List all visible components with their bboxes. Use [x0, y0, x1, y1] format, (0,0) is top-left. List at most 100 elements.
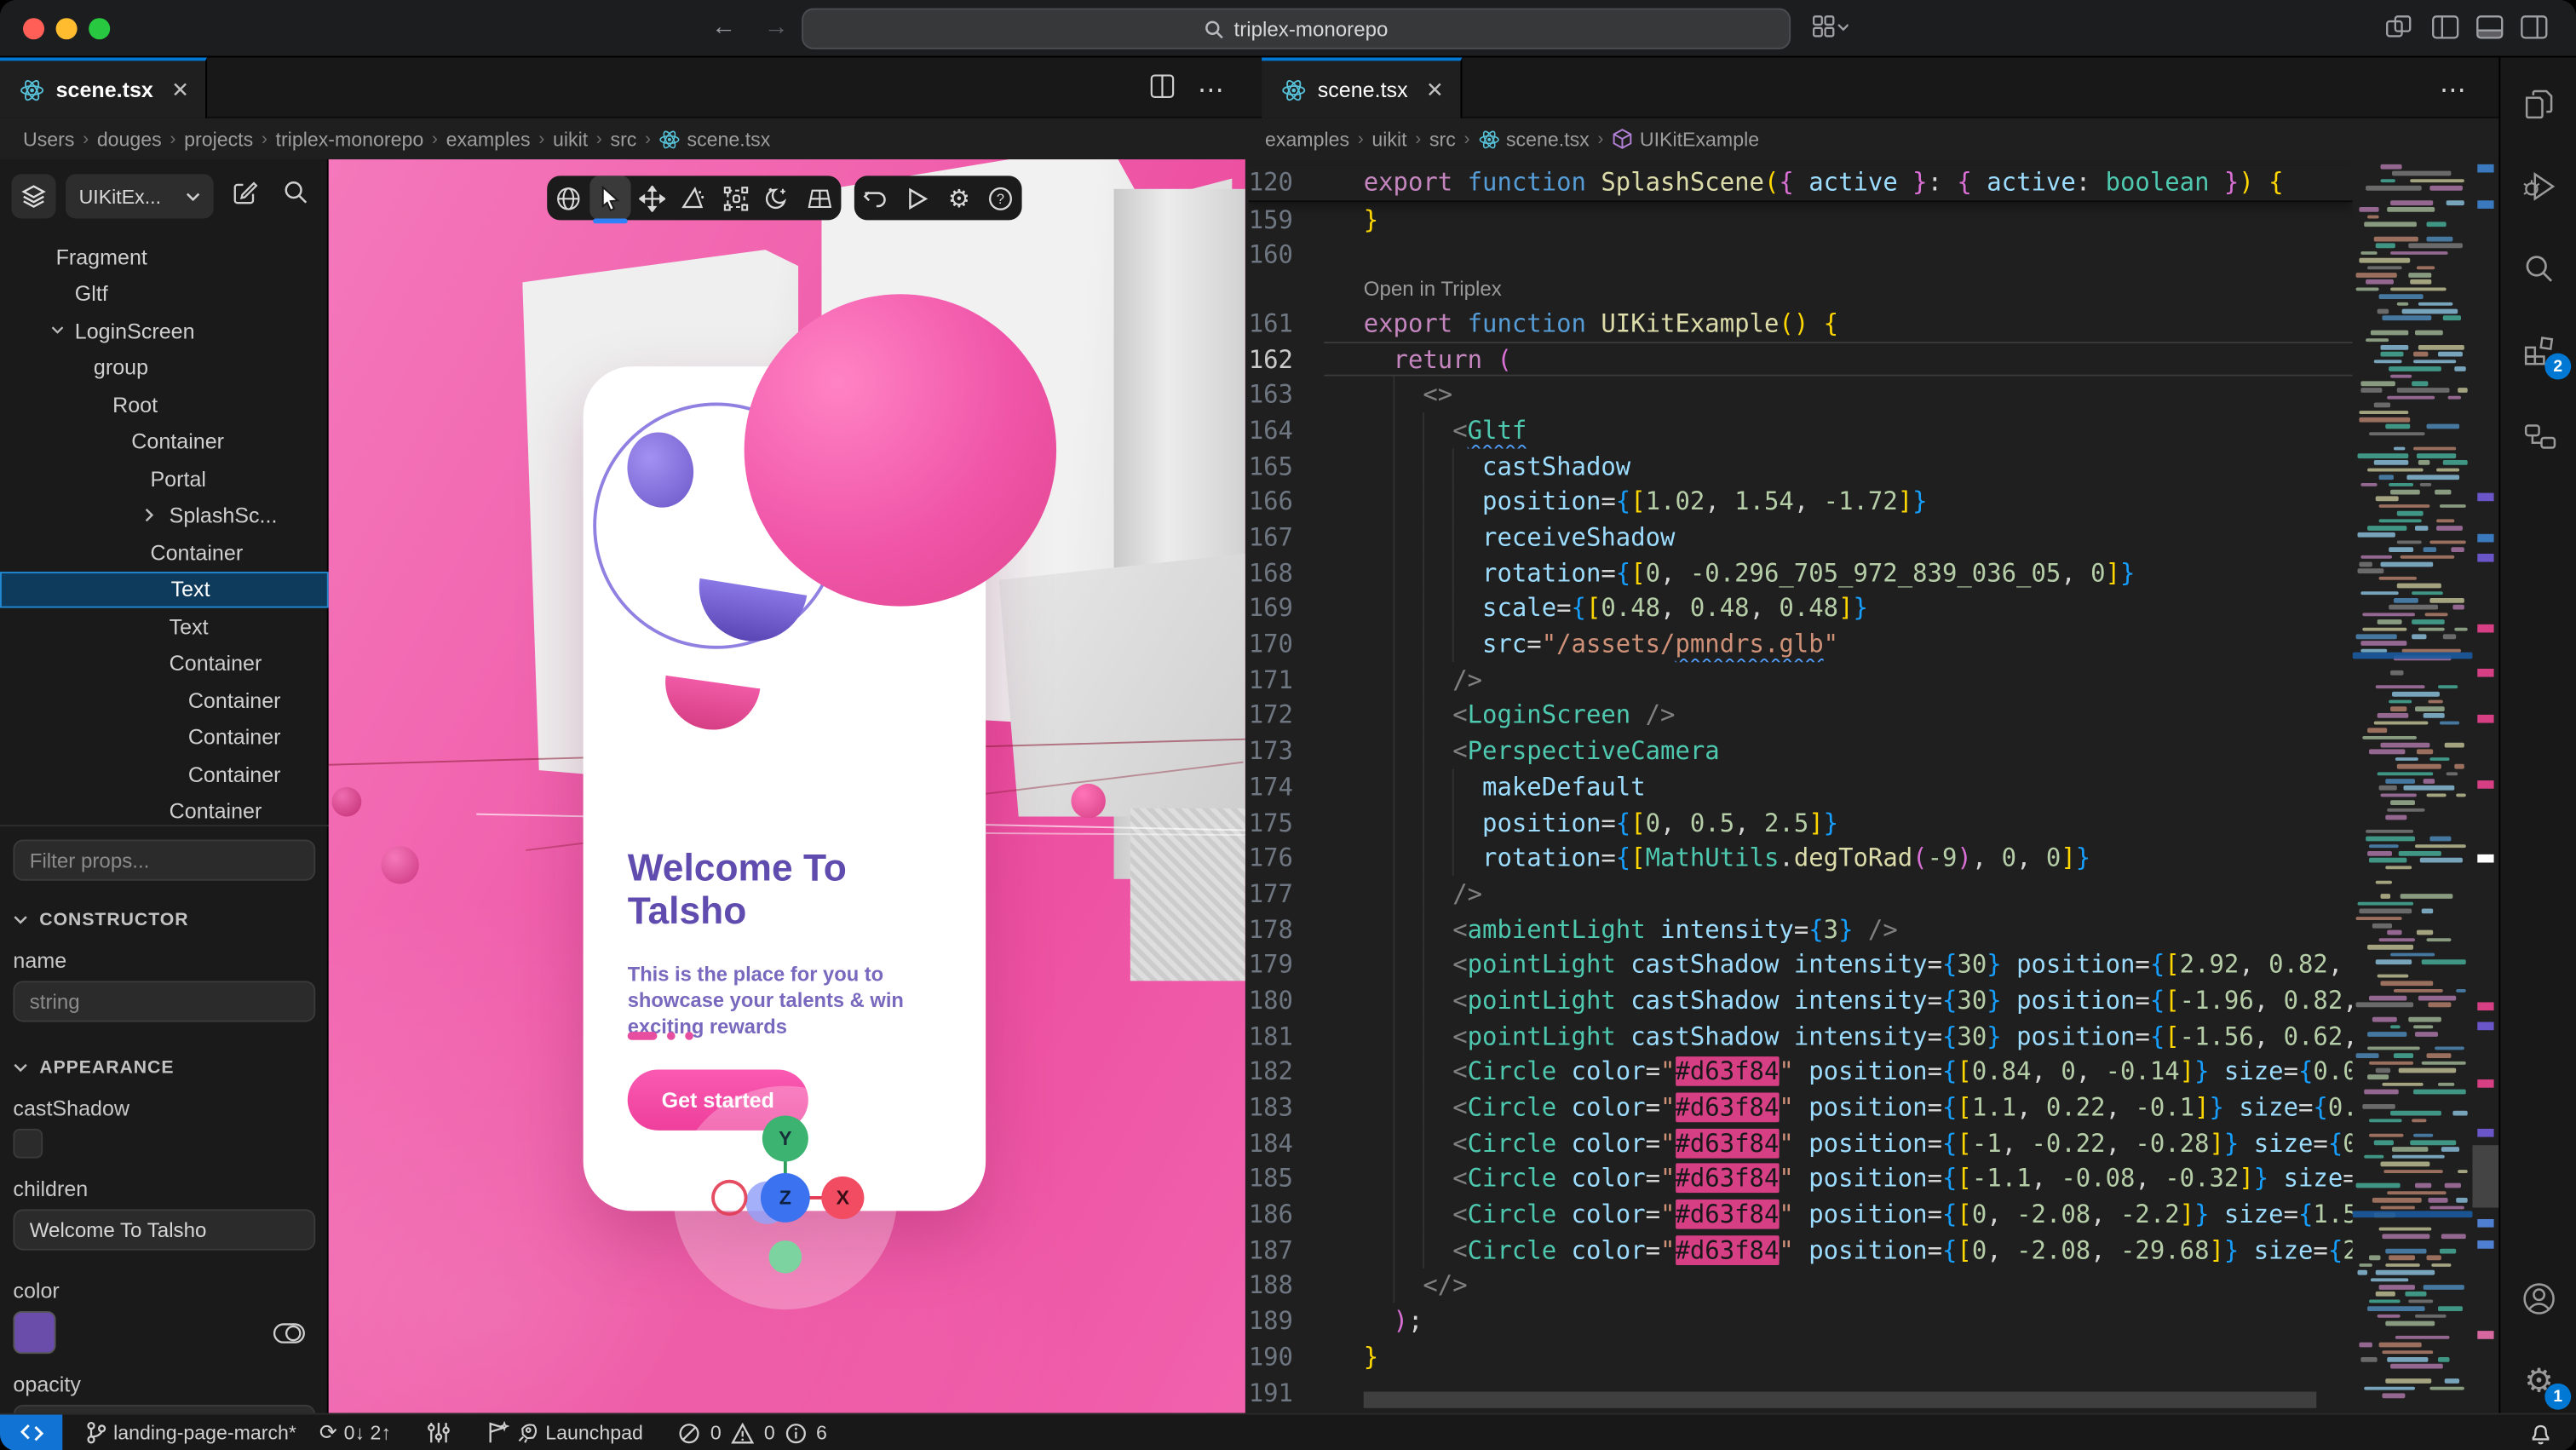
- code-line[interactable]: 177 />: [1249, 876, 2353, 912]
- tree-item-container[interactable]: Container: [0, 682, 329, 718]
- code-line[interactable]: 185 <Circle color="#d63f84" position={[-…: [1249, 1161, 2353, 1197]
- code-line[interactable]: 175 position={[0, 0.5, 2.5]}: [1249, 804, 2353, 840]
- tree-item-container[interactable]: Container: [0, 423, 329, 460]
- select-tool-icon[interactable]: [589, 175, 630, 220]
- code-line[interactable]: 178 <ambientLight intensity={3} />: [1249, 912, 2353, 947]
- children-input[interactable]: [13, 1209, 315, 1250]
- breadcrumb-item[interactable]: src: [611, 127, 637, 150]
- code-line[interactable]: 186 <Circle color="#d63f84" position={[0…: [1249, 1196, 2353, 1232]
- code-line[interactable]: 165 castShadow: [1249, 448, 2353, 484]
- help-icon[interactable]: ?: [980, 175, 1021, 220]
- close-tab-icon[interactable]: ✕: [171, 77, 189, 103]
- color-toggle-icon[interactable]: [273, 1322, 306, 1344]
- code-line[interactable]: 166 position={[1.02, 1.54, -1.72]}: [1249, 484, 2353, 520]
- constructor-section-header[interactable]: CONSTRUCTOR: [0, 894, 329, 933]
- breadcrumb-item[interactable]: examples: [1265, 127, 1349, 150]
- tree-item-fragment[interactable]: Fragment: [0, 239, 329, 275]
- tree-item-root[interactable]: Root: [0, 386, 329, 423]
- profiles-icon[interactable]: [1812, 14, 1848, 41]
- tree-item-container[interactable]: Container: [0, 645, 329, 682]
- breadcrumb-item[interactable]: triplex-monorepo: [276, 127, 424, 150]
- code-line[interactable]: 159}: [1249, 202, 2353, 238]
- translate-gizmo[interactable]: Y Z X: [670, 1083, 900, 1313]
- chevron-right-icon[interactable]: [145, 508, 155, 522]
- code-line[interactable]: 162 return (: [1249, 342, 2353, 377]
- git-branch-item[interactable]: landing-page-march*: [85, 1421, 296, 1444]
- castshadow-checkbox[interactable]: [13, 1129, 43, 1159]
- notifications-bell-icon[interactable]: [2528, 1421, 2553, 1446]
- layers-icon[interactable]: [11, 174, 55, 218]
- explorer-icon[interactable]: [2500, 71, 2576, 136]
- marquee-select-tool-icon[interactable]: [715, 175, 756, 220]
- close-window-button[interactable]: [23, 18, 44, 39]
- breadcrumb-item[interactable]: src: [1429, 127, 1456, 150]
- code-line[interactable]: 176 rotation={[MathUtils.degToRad(-9), 0…: [1249, 840, 2353, 876]
- code-line[interactable]: 182 <Circle color="#d63f84" position={[0…: [1249, 1054, 2353, 1090]
- breadcrumb-item[interactable]: uikit: [553, 127, 588, 150]
- tab-scene-tsx-right[interactable]: scene.tsx ✕: [1262, 57, 1462, 118]
- color-swatch[interactable]: [13, 1311, 55, 1354]
- breadcrumb-item[interactable]: projects: [184, 127, 253, 150]
- command-center-search[interactable]: triplex-monorepo: [802, 9, 1791, 49]
- component-select[interactable]: UIKitEx...: [66, 174, 214, 218]
- gizmo-y-handle[interactable]: Y: [762, 1115, 808, 1161]
- carousel-dot-active[interactable]: [628, 1032, 658, 1040]
- code-editor[interactable]: 120export function SplashScene({ active …: [1249, 159, 2499, 1413]
- tree-item-loginscreen[interactable]: LoginScreen: [0, 312, 329, 348]
- tab-scene-tsx-left[interactable]: scene.tsx ✕: [0, 57, 207, 118]
- tree-item-group[interactable]: group: [0, 349, 329, 386]
- breadcrumb-item[interactable]: UIKitExample: [1612, 127, 1759, 150]
- breadcrumb-item[interactable]: examples: [446, 127, 531, 150]
- close-tab-icon[interactable]: ✕: [1426, 77, 1444, 103]
- minimize-window-button[interactable]: [56, 18, 78, 39]
- toggle-left-sidebar-icon[interactable]: [2431, 14, 2459, 41]
- code-line[interactable]: 160: [1249, 237, 2353, 273]
- gizmo-y-neg-handle[interactable]: [769, 1240, 802, 1274]
- measure-tool-icon[interactable]: [673, 175, 715, 220]
- back-arrow-icon[interactable]: ←: [711, 13, 736, 41]
- tree-item-splashsc[interactable]: SplashSc...: [0, 497, 329, 533]
- extensions-icon[interactable]: 2: [2500, 317, 2576, 383]
- forward-arrow-icon[interactable]: →: [764, 13, 789, 41]
- tree-item-container[interactable]: Container: [0, 756, 329, 792]
- move-tool-icon[interactable]: [631, 175, 673, 220]
- gizmo-x-neg-handle[interactable]: [711, 1180, 747, 1216]
- code-line[interactable]: 120export function SplashScene({ active …: [1249, 166, 2353, 202]
- code-line[interactable]: 180 <pointLight castShadow intensity={30…: [1249, 983, 2353, 1019]
- code-line[interactable]: 187 <Circle color="#d63f84" position={[0…: [1249, 1232, 2353, 1268]
- code-line[interactable]: 188 </>: [1249, 1268, 2353, 1303]
- layout-tiles-icon[interactable]: [2385, 14, 2413, 41]
- tree-item-container[interactable]: Container: [0, 719, 329, 756]
- edit-component-icon[interactable]: [232, 179, 258, 205]
- minimap[interactable]: [2353, 159, 2473, 1413]
- breadcrumb-item[interactable]: scene.tsx: [1478, 127, 1590, 150]
- code-line[interactable]: 169 scale={[0.48, 0.48, 0.48]}: [1249, 590, 2353, 626]
- code-line[interactable]: 168 rotation={[0, -0.296_705_972_839_036…: [1249, 555, 2353, 591]
- tree-item-text[interactable]: Text: [0, 571, 329, 607]
- filter-props-input[interactable]: [13, 839, 315, 880]
- tune-item[interactable]: [427, 1421, 450, 1444]
- code-line[interactable]: 163 <>: [1249, 377, 2353, 412]
- code-line[interactable]: 189 );: [1249, 1303, 2353, 1339]
- run-debug-icon[interactable]: [2500, 152, 2576, 218]
- gizmo-z-handle[interactable]: Z: [761, 1173, 810, 1223]
- code-line[interactable]: 184 <Circle color="#d63f84" position={[-…: [1249, 1125, 2353, 1161]
- code-line[interactable]: 167 receiveShadow: [1249, 520, 2353, 555]
- gizmo-x-handle[interactable]: X: [821, 1177, 864, 1219]
- tree-item-container[interactable]: Container: [0, 534, 329, 571]
- zoom-window-button[interactable]: [89, 18, 110, 39]
- globe-tool-icon[interactable]: [547, 175, 589, 220]
- code-line[interactable]: 164 <Gltf: [1249, 412, 2353, 448]
- toggle-right-sidebar-icon[interactable]: [2520, 14, 2548, 41]
- tree-item-gltf[interactable]: Gltf: [0, 275, 329, 312]
- more-actions-icon[interactable]: ⋯: [1198, 74, 1226, 107]
- code-line[interactable]: 179 <pointLight castShadow intensity={30…: [1249, 947, 2353, 983]
- horizontal-scrollbar[interactable]: [1364, 1391, 2317, 1407]
- more-actions-icon[interactable]: ⋯: [2440, 74, 2468, 107]
- carousel-dot[interactable]: [667, 1032, 676, 1040]
- breadcrumb-item[interactable]: scene.tsx: [659, 127, 771, 150]
- code-line[interactable]: 173 <PerspectiveCamera: [1249, 734, 2353, 769]
- play-icon[interactable]: [896, 175, 938, 220]
- tree-item-text[interactable]: Text: [0, 608, 329, 645]
- codelens-open-in-triplex[interactable]: Open in Triplex: [1249, 273, 2353, 306]
